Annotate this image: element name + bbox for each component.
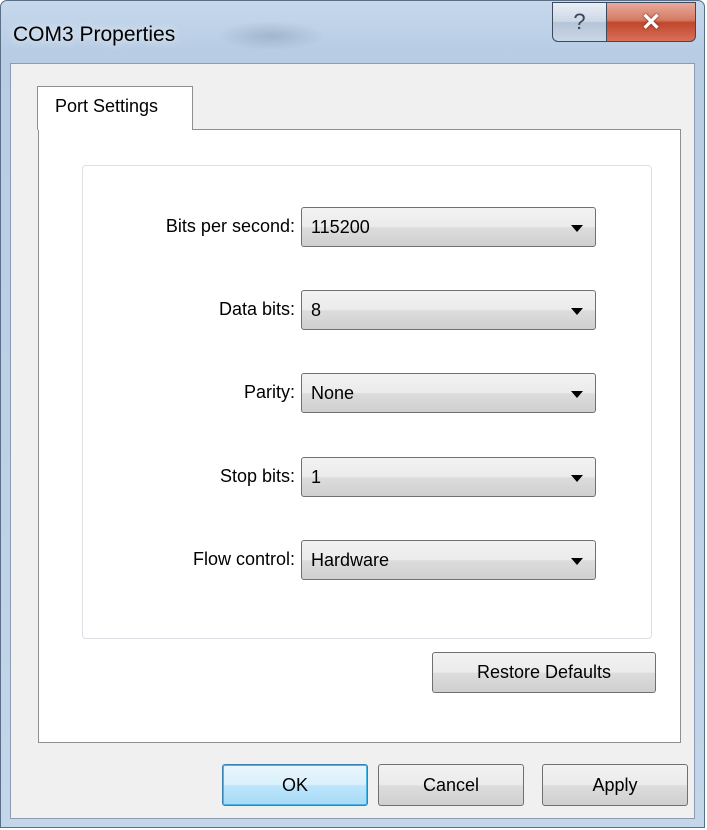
properties-dialog: COM3 Properties ? ✕ Port Settings Bits p… xyxy=(0,0,705,828)
parity-label: Parity: xyxy=(243,382,295,402)
stop-bits-value: 1 xyxy=(311,467,322,487)
apply-button[interactable]: Apply xyxy=(542,764,688,806)
bits-per-second-value: 115200 xyxy=(311,217,370,237)
parity-value: None xyxy=(311,383,355,403)
setting-row-bits-per-second: Bits per second: 115200 xyxy=(83,207,651,247)
flow-control-value: Hardware xyxy=(311,550,390,570)
close-button[interactable]: ✕ xyxy=(606,2,696,42)
window-title: COM3 Properties xyxy=(13,23,176,46)
data-bits-value: 8 xyxy=(311,300,322,320)
setting-row-stop-bits: Stop bits: 1 xyxy=(83,457,651,497)
title-bar[interactable]: COM3 Properties ? ✕ xyxy=(1,1,704,63)
dropdown-arrow-icon xyxy=(571,391,583,398)
bits-per-second-select[interactable]: 115200 xyxy=(301,207,596,247)
data-bits-label: Data bits: xyxy=(218,299,295,319)
dropdown-arrow-icon xyxy=(571,475,583,482)
help-button[interactable]: ? xyxy=(552,2,607,42)
flow-control-select[interactable]: Hardware xyxy=(301,540,596,580)
parity-select[interactable]: None xyxy=(301,373,596,413)
title-glow xyxy=(216,21,326,51)
restore-defaults-button[interactable]: Restore Defaults xyxy=(432,652,656,693)
tab-port-settings[interactable]: Port Settings xyxy=(37,86,193,130)
flow-control-label: Flow control: xyxy=(192,549,295,569)
setting-row-parity: Parity: None xyxy=(83,373,651,413)
setting-row-data-bits: Data bits: 8 xyxy=(83,290,651,330)
cancel-button[interactable]: Cancel xyxy=(378,764,524,806)
close-icon: ✕ xyxy=(640,8,662,36)
dropdown-arrow-icon xyxy=(571,558,583,565)
setting-row-flow-control: Flow control: Hardware xyxy=(83,540,651,580)
dropdown-arrow-icon xyxy=(571,308,583,315)
bits-per-second-label: Bits per second: xyxy=(165,216,295,236)
stop-bits-select[interactable]: 1 xyxy=(301,457,596,497)
stop-bits-label: Stop bits: xyxy=(219,466,295,486)
dropdown-arrow-icon xyxy=(571,225,583,232)
settings-group: Bits per second: 115200 Data bits: 8 Par… xyxy=(82,165,652,639)
dialog-client-area: Port Settings Bits per second: 115200 Da… xyxy=(10,63,695,819)
ok-button[interactable]: OK xyxy=(222,764,368,806)
help-icon: ? xyxy=(573,9,586,34)
port-settings-panel: Bits per second: 115200 Data bits: 8 Par… xyxy=(38,129,681,743)
data-bits-select[interactable]: 8 xyxy=(301,290,596,330)
